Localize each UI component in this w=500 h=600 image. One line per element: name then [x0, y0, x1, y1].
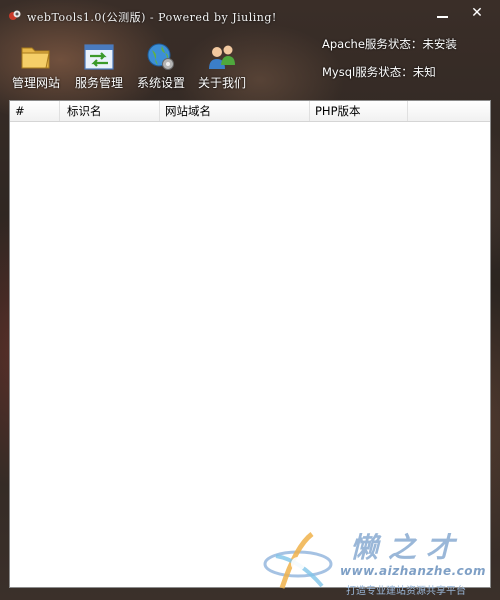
list-header: # 标识名 网站域名 PHP版本 — [10, 101, 490, 122]
toolbar-label: 服务管理 — [74, 76, 123, 90]
toolbar-system-settings[interactable]: 系统设置 — [135, 42, 187, 91]
apache-status: Apache服务状态：未安装 — [322, 37, 457, 51]
toolbar-label: 管理网站 — [11, 76, 60, 90]
toolbar-service-manage[interactable]: 服务管理 — [72, 42, 126, 91]
toolbar-label: 关于我们 — [197, 76, 246, 90]
column-header-domain[interactable]: 网站域名 — [160, 101, 310, 121]
title-bar[interactable]: webTools1.0(公测版) - Powered by Jiuling! ✕ — [0, 0, 500, 30]
mysql-status: Mysql服务状态：未知 — [322, 65, 436, 79]
toolbar-manage-sites[interactable]: 管理网站 — [10, 42, 62, 91]
watermark: 懒之才 www.aizhanzhe.com 打造专业建站资源共享平台 — [262, 520, 498, 600]
watermark-logo-icon — [263, 532, 333, 589]
service-arrows-icon — [84, 44, 114, 70]
column-header-php-version[interactable]: PHP版本 — [310, 101, 408, 121]
column-header-filler — [408, 101, 490, 121]
globe-gear-icon — [147, 43, 174, 70]
column-header-index[interactable]: # — [10, 101, 60, 121]
folder-icon — [21, 47, 50, 69]
column-header-identifier[interactable]: 标识名 — [60, 101, 160, 121]
toolbar-label: 系统设置 — [136, 76, 185, 90]
minimize-button[interactable] — [428, 2, 458, 24]
app-icon — [9, 10, 21, 20]
close-button[interactable]: ✕ — [462, 2, 492, 24]
users-icon — [209, 45, 235, 69]
site-list[interactable]: # 标识名 网站域名 PHP版本 — [9, 100, 491, 588]
minimize-icon — [437, 16, 448, 18]
window-title: webTools1.0(公测版) - Powered by Jiuling! — [27, 11, 277, 24]
watermark-brand: 懒之才 — [350, 531, 465, 564]
watermark-url: www.aizhanzhe.com — [340, 564, 487, 578]
watermark-slogan: 打造专业建站资源共享平台 — [346, 586, 466, 597]
toolbar-about-us[interactable]: 关于我们 — [196, 42, 248, 91]
